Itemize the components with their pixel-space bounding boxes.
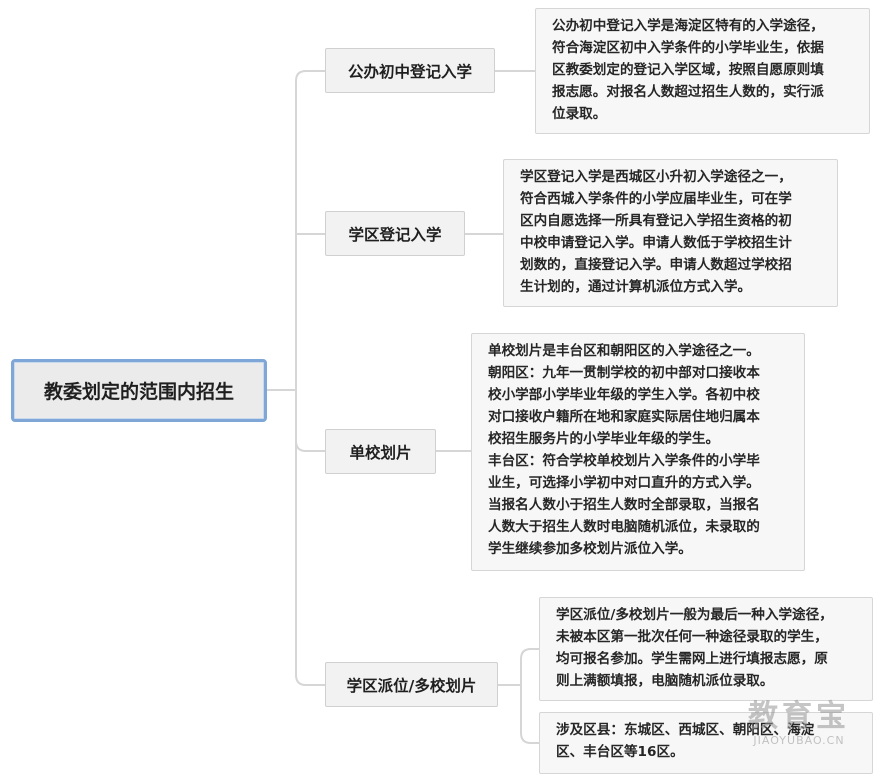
connector-branch-4-note-1 [520,648,540,686]
note-line: 中校申请登记入学。申请人数低于学校招生计 [520,235,792,251]
note-line: 生计划的，通过计算机派位方式入学。 [520,279,752,295]
note-line: 符合海淀区初中入学条件的小学毕业生，依据 [552,40,824,56]
note-line: 区、丰台区等16区。 [556,744,684,760]
note-public-junior-registration[interactable]: 公办初中登记入学是海淀区特有的入学途径， 符合海淀区初中入学条件的小学毕业生，依… [535,8,870,134]
branch-label: 学区派位/多校划片 [346,676,477,695]
note-line: 则上满额填报，电脑随机派位录取。 [556,673,774,689]
branch-district-registration[interactable]: 学区登记入学 [325,211,465,256]
note-line: 涉及区县：东城区、西城区、朝阳区、海淀 [556,722,815,738]
note-line: 学区派位/多校划片一般为最后一种入学途径， [556,607,833,623]
branch-lottery-multi-school-zoning[interactable]: 学区派位/多校划片 [325,662,498,707]
note-lottery-districts[interactable]: 涉及区县：东城区、西城区、朝阳区、海淀 区、丰台区等16区。 [539,712,873,774]
note-line: 朝阳区：九年一贯制学校的初中部对口接收本 [488,365,760,381]
connector-root-branch-1 [295,70,326,391]
note-line: 均可报名参加。学生需网上进行填报志愿，原 [556,651,828,667]
note-line: 丰台区：符合学校单校划片入学条件的小学毕 [488,453,760,469]
note-line: 校招生服务片的小学毕业年级的学生。 [488,431,720,447]
root-topic[interactable]: 教委划定的范围内招生 [11,359,267,422]
note-district-registration[interactable]: 学区登记入学是西城区小升初入学途径之一， 符合西城入学条件的小学应届毕业生，可在… [503,159,838,307]
note-line: 学区登记入学是西城区小升初入学途径之一， [520,169,792,185]
note-lottery-description[interactable]: 学区派位/多校划片一般为最后一种入学途径， 未被本区第一批次任何一种途径录取的学… [539,597,873,701]
note-single-school-zoning[interactable]: 单校划片是丰台区和朝阳区的入学途径之一。 朝阳区：九年一贯制学校的初中部对口接收… [471,333,805,571]
connector-branch-4-note-2 [520,684,540,744]
root-topic-label: 教委划定的范围内招生 [43,381,234,403]
note-line: 位录取。 [552,106,607,122]
branch-single-school-zoning[interactable]: 单校划片 [325,429,436,474]
note-line: 区内自愿选择一所具有登记入学招生资格的初 [520,213,792,229]
note-line: 划数的，直接登记入学。申请人数超过学校招 [520,257,792,273]
connector-root-branch-3 [295,389,326,452]
branch-label: 公办初中登记入学 [347,62,472,81]
note-line: 校小学部小学毕业年级的学生入学。各初中校 [488,387,760,403]
note-line: 学生继续参加多校划片派位入学。 [488,541,692,557]
note-line: 符合西城入学条件的小学应届毕业生，可在学 [520,191,792,207]
note-line: 公办初中登记入学是海淀区特有的入学途径， [552,18,824,34]
note-line: 对口接收户籍所在地和家庭实际居住地归属本 [488,409,760,425]
note-line: 单校划片是丰台区和朝阳区的入学途径之一。 [488,343,760,359]
note-line: 未被本区第一批次任何一种途径录取的学生， [556,629,828,645]
note-line: 当报名人数小于招生人数时全部录取，当报名 [488,497,760,513]
note-line: 报志愿。对报名人数超过招生人数的，实行派 [552,84,824,100]
note-line: 业生，可选择小学初中对口直升的方式入学。 [488,475,760,491]
note-line: 人数大于招生人数时电脑随机派位，未录取的 [488,519,760,535]
branch-label: 学区登记入学 [348,225,442,244]
branch-label: 单校划片 [349,443,412,462]
branch-public-junior-registration[interactable]: 公办初中登记入学 [325,48,495,93]
note-line: 区教委划定的登记入学区域，按照自愿原则填 [552,62,824,78]
connector-root-branch-4 [295,440,326,686]
